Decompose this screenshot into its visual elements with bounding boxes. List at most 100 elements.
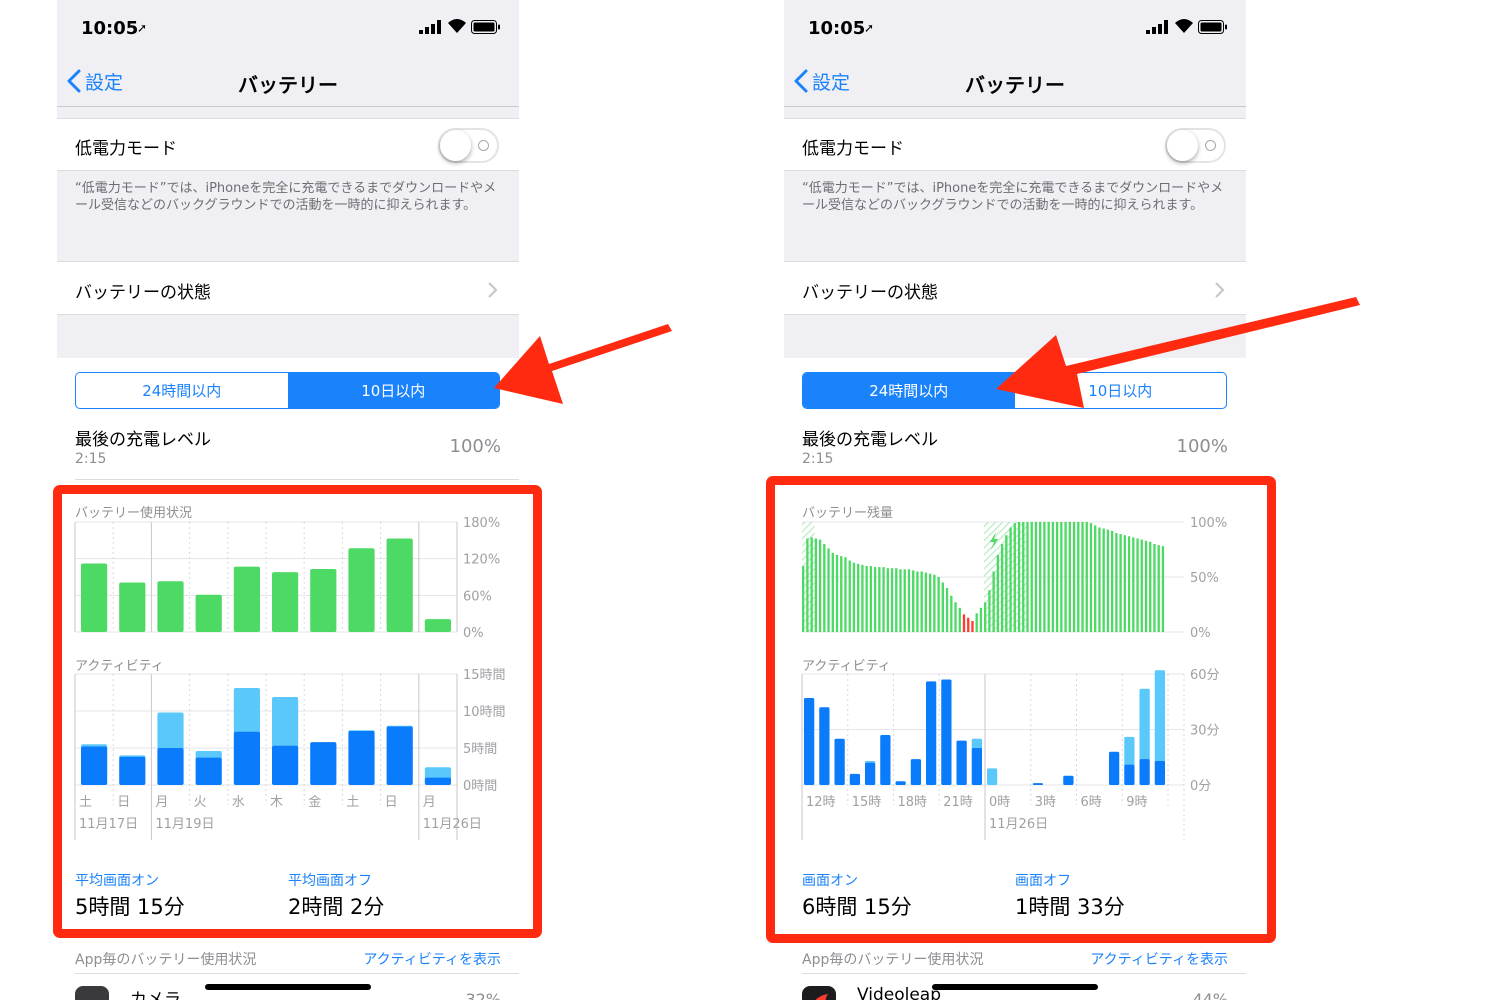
low-power-label: 低電力モード — [802, 139, 904, 159]
activity-bar-screen-on — [834, 738, 845, 785]
level-bar — [802, 566, 805, 632]
wifi-icon — [448, 19, 466, 33]
level-bar — [1030, 522, 1033, 632]
level-bar — [1072, 522, 1076, 632]
level-bar — [916, 571, 919, 632]
level-bar — [1051, 522, 1055, 632]
usage-bar — [157, 581, 184, 632]
level-bar — [1009, 527, 1012, 632]
level-bar — [1119, 534, 1122, 632]
activity-bar-screen-off — [1124, 736, 1135, 767]
x-tick-label: 土 — [79, 795, 92, 810]
level-bar — [1043, 522, 1046, 632]
level-bar — [1127, 536, 1131, 632]
activity-bar-screen-off — [1139, 688, 1150, 762]
usage-bar — [119, 582, 146, 632]
x-tick-label: 土 — [346, 795, 359, 810]
charts-right: 100% 50% 0% 60分 30分 0分 12時 15時 18時 21時 0時 3時 6時 9時 11月… — [801, 516, 1227, 840]
app-percent: 32% — [465, 990, 501, 1000]
activity-bar-screen-off — [1154, 670, 1165, 763]
usage-bar — [81, 563, 108, 632]
signal-icon — [419, 20, 441, 34]
usage-bar — [272, 572, 299, 632]
low-power-toggle[interactable] — [438, 128, 499, 163]
level-bar — [1136, 538, 1139, 632]
level-bar — [895, 568, 898, 632]
show-activity-link[interactable]: アクティビティを表示 — [1090, 949, 1228, 969]
level-bar — [1089, 523, 1093, 632]
date-label: 11月26日 — [423, 817, 482, 832]
level-bar — [1081, 522, 1084, 632]
page-title: バッテリー — [965, 73, 1065, 97]
toggle-knob — [1167, 130, 1198, 161]
level-bar — [852, 562, 856, 632]
y-tick-label: 5時間 — [463, 742, 497, 757]
status-bar: 10:05 ➚ — [784, 0, 1246, 55]
x-tick-label: 18時 — [898, 795, 928, 810]
charts-left: 180% 120% 60% 0% 15時間 10時間 5時間 0時間土 11月17日 日 月 11月1… — [74, 516, 506, 840]
level-bar — [1140, 539, 1143, 632]
home-indicator[interactable] — [932, 984, 1098, 990]
level-bar — [979, 607, 983, 632]
app-usage-section-title: App毎のバッテリー使用状況 — [802, 952, 984, 968]
x-tick-label: 金 — [308, 794, 321, 810]
signal-icon — [1146, 20, 1168, 34]
activity-bar-screen-on — [233, 731, 260, 785]
battery-health-cell[interactable]: バッテリーの状態 — [57, 261, 519, 315]
low-power-label: 低電力モード — [75, 139, 177, 159]
level-bar — [1115, 533, 1118, 632]
level-bar — [827, 548, 830, 632]
low-power-toggle[interactable] — [1165, 128, 1226, 163]
battery-health-cell[interactable]: バッテリーの状態 — [784, 261, 1246, 315]
activity-bar-screen-on — [348, 730, 375, 785]
level-bar — [1110, 530, 1114, 632]
usage-bar — [424, 619, 451, 632]
activity-bar-screen-on — [880, 735, 891, 785]
level-bar — [1055, 522, 1059, 632]
activity-bar-screen-on — [1109, 751, 1120, 785]
screen-off-value: 2時間 2分 — [288, 895, 385, 919]
level-bar — [971, 621, 974, 632]
low-power-cell: 低電力モード — [784, 118, 1246, 171]
low-power-description: “低電力モード”では、iPhoneを完全に充電できるまでダウンロードやメール受信… — [802, 181, 1224, 213]
usage-bar — [195, 594, 222, 632]
level-bar — [1144, 540, 1148, 632]
level-bar — [835, 555, 839, 632]
x-tick-label: 日 — [385, 795, 398, 810]
y-tick-label: 50% — [1190, 571, 1219, 586]
screen-off-value: 1時間 33分 — [1015, 895, 1125, 919]
toggle-off-icon — [1205, 140, 1216, 151]
show-activity-link[interactable]: アクティビティを表示 — [363, 949, 501, 969]
level-bar — [844, 557, 847, 632]
app-name[interactable]: Videoleap — [857, 985, 941, 1000]
level-bar — [861, 564, 864, 632]
usage-bar — [310, 569, 337, 632]
x-tick-label: 3時 — [1035, 795, 1056, 810]
activity-bar-screen-on — [971, 748, 982, 785]
level-bar — [1022, 522, 1025, 632]
videoleap-app-icon — [802, 986, 836, 1000]
phone-screen-right: 10:05 ➚ 設定 バッテリー 低電力モード “低電力モード”では、iPhon… — [784, 0, 1246, 1000]
activity-bar-screen-on — [1063, 775, 1074, 785]
level-bar — [857, 563, 860, 632]
status-bar: 10:05 ➚ — [57, 0, 519, 55]
x-tick-label: 火 — [194, 795, 207, 810]
level-bar — [907, 569, 911, 632]
usage-panel: 24時間以内 10日以内 最後の充電レベル 2:15 100% バッテリー使用状… — [57, 358, 519, 1000]
battery-health-label: バッテリーの状態 — [75, 283, 211, 303]
toggle-knob — [440, 130, 471, 161]
level-bar — [962, 614, 966, 632]
app-name[interactable]: カメラ — [130, 985, 181, 1000]
activity-bar-screen-off — [272, 696, 299, 748]
screen-on-value: 5時間 15分 — [75, 895, 185, 919]
home-indicator[interactable] — [205, 984, 371, 990]
app-percent: 44% — [1192, 990, 1228, 1000]
low-power-description: “低電力モード”では、iPhoneを完全に充電できるまでダウンロードやメール受信… — [75, 181, 497, 213]
level-bar — [1077, 522, 1080, 632]
level-bar — [823, 544, 826, 632]
level-bar — [984, 602, 987, 632]
y-tick-label: 0% — [463, 626, 484, 641]
level-bar — [1000, 544, 1004, 632]
level-bar — [996, 555, 1000, 632]
level-bar — [1123, 535, 1127, 632]
